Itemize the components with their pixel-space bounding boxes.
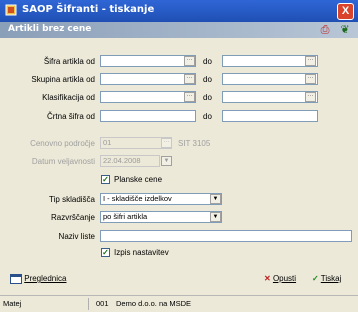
skupina-do-browse-button[interactable]: ··· (305, 74, 316, 84)
planske-cene-checkbox[interactable]: ✓ (101, 175, 110, 184)
cenovno-browse-button: ··· (161, 138, 172, 148)
status-code: 001 (96, 299, 109, 308)
label-do-1: do (203, 57, 212, 66)
label-sifra-od: Šifra artikla od (43, 57, 95, 66)
label-razvrscanje: Razvrščanje (50, 213, 95, 222)
cancel-icon: ✕ (264, 274, 271, 283)
label-do-4: do (203, 112, 212, 121)
tip-skladisca-dropdown-icon[interactable]: ▼ (210, 194, 221, 204)
label-do-2: do (203, 75, 212, 84)
print-icon[interactable]: ⎙ (318, 23, 332, 37)
tiskaj-label: Tiskaj (320, 274, 342, 283)
izpis-nastavitev-checkbox[interactable]: ✓ (101, 248, 110, 257)
planske-cene-label: Planske cene (114, 175, 163, 184)
datum-veljavnosti-input: 22.04.2008 (100, 155, 160, 167)
dialog-header: Artikli brez cene ⎙ ❦ (0, 22, 358, 38)
tip-skladisca-select[interactable]: I - skladišče izdelkov (100, 193, 222, 205)
app-icon (5, 4, 17, 16)
klasifikacija-do-input[interactable] (222, 91, 318, 103)
klasifikacija-do-browse-button[interactable]: ··· (305, 92, 316, 102)
label-skupina-od: Skupina artikla od (31, 75, 95, 84)
status-user: Matej (3, 299, 22, 308)
label-naziv-liste: Naziv liste (58, 232, 95, 241)
title-bar: SAOP Šifranti - tiskanje X (0, 0, 358, 22)
dialog-title: Artikli brez cene (8, 24, 92, 34)
klasifikacija-od-input[interactable] (100, 91, 196, 103)
label-cenovno-podrocje: Cenovno področje (30, 139, 95, 148)
datum-dropdown-button: ▼ (161, 156, 172, 166)
label-klasifikacija-od: Klasifikacija od (42, 93, 95, 102)
preglednica-label: Preglednica (24, 274, 67, 284)
skupina-od-input[interactable] (100, 73, 196, 85)
label-tip-skladisca: Tip skladišča (49, 195, 95, 204)
sifra-do-input[interactable] (222, 55, 318, 67)
opusti-label: Opusti (272, 274, 297, 283)
preglednica-button[interactable]: Preglednica (10, 274, 66, 284)
window-title: SAOP Šifranti - tiskanje (22, 4, 155, 15)
skupina-do-input[interactable] (222, 73, 318, 85)
razvrscanje-select[interactable]: po šifri artikla (100, 211, 222, 223)
label-do-3: do (203, 93, 212, 102)
leaf-icon[interactable]: ❦ (338, 23, 352, 37)
naziv-liste-input[interactable] (100, 230, 352, 242)
sifra-od-input[interactable] (100, 55, 196, 67)
status-company: Demo d.o.o. na MSDE (116, 299, 192, 308)
sifra-do-browse-button[interactable]: ··· (305, 56, 316, 66)
bottom-toolbar: Preglednica ✕ Opusti ✓ Tiskaj (0, 270, 358, 290)
crtna-od-input[interactable] (100, 110, 196, 122)
status-bar: Matej 001 Demo d.o.o. na MSDE (0, 295, 358, 312)
izpis-nastavitev-label: Izpis nastavitev (114, 248, 169, 257)
crtna-do-input[interactable] (222, 110, 318, 122)
print-dialog: SAOP Šifranti - tiskanje X Artikli brez … (0, 0, 358, 312)
status-divider (88, 298, 89, 310)
razvrscanje-dropdown-icon[interactable]: ▼ (210, 212, 221, 222)
sifra-od-browse-button[interactable]: ··· (184, 56, 195, 66)
label-crtna-od: Črtna šifra od (46, 112, 95, 121)
klasifikacija-od-browse-button[interactable]: ··· (184, 92, 195, 102)
cenovno-note: SIT 3105 (178, 139, 211, 148)
tiskaj-button[interactable]: ✓ Tiskaj (312, 274, 341, 283)
skupina-od-browse-button[interactable]: ··· (184, 74, 195, 84)
label-datum-veljavnosti: Datum veljavnosti (31, 157, 95, 166)
check-icon: ✓ (312, 274, 319, 283)
table-icon (10, 274, 22, 284)
close-button[interactable]: X (337, 3, 354, 20)
opusti-button[interactable]: ✕ Opusti (264, 274, 296, 283)
